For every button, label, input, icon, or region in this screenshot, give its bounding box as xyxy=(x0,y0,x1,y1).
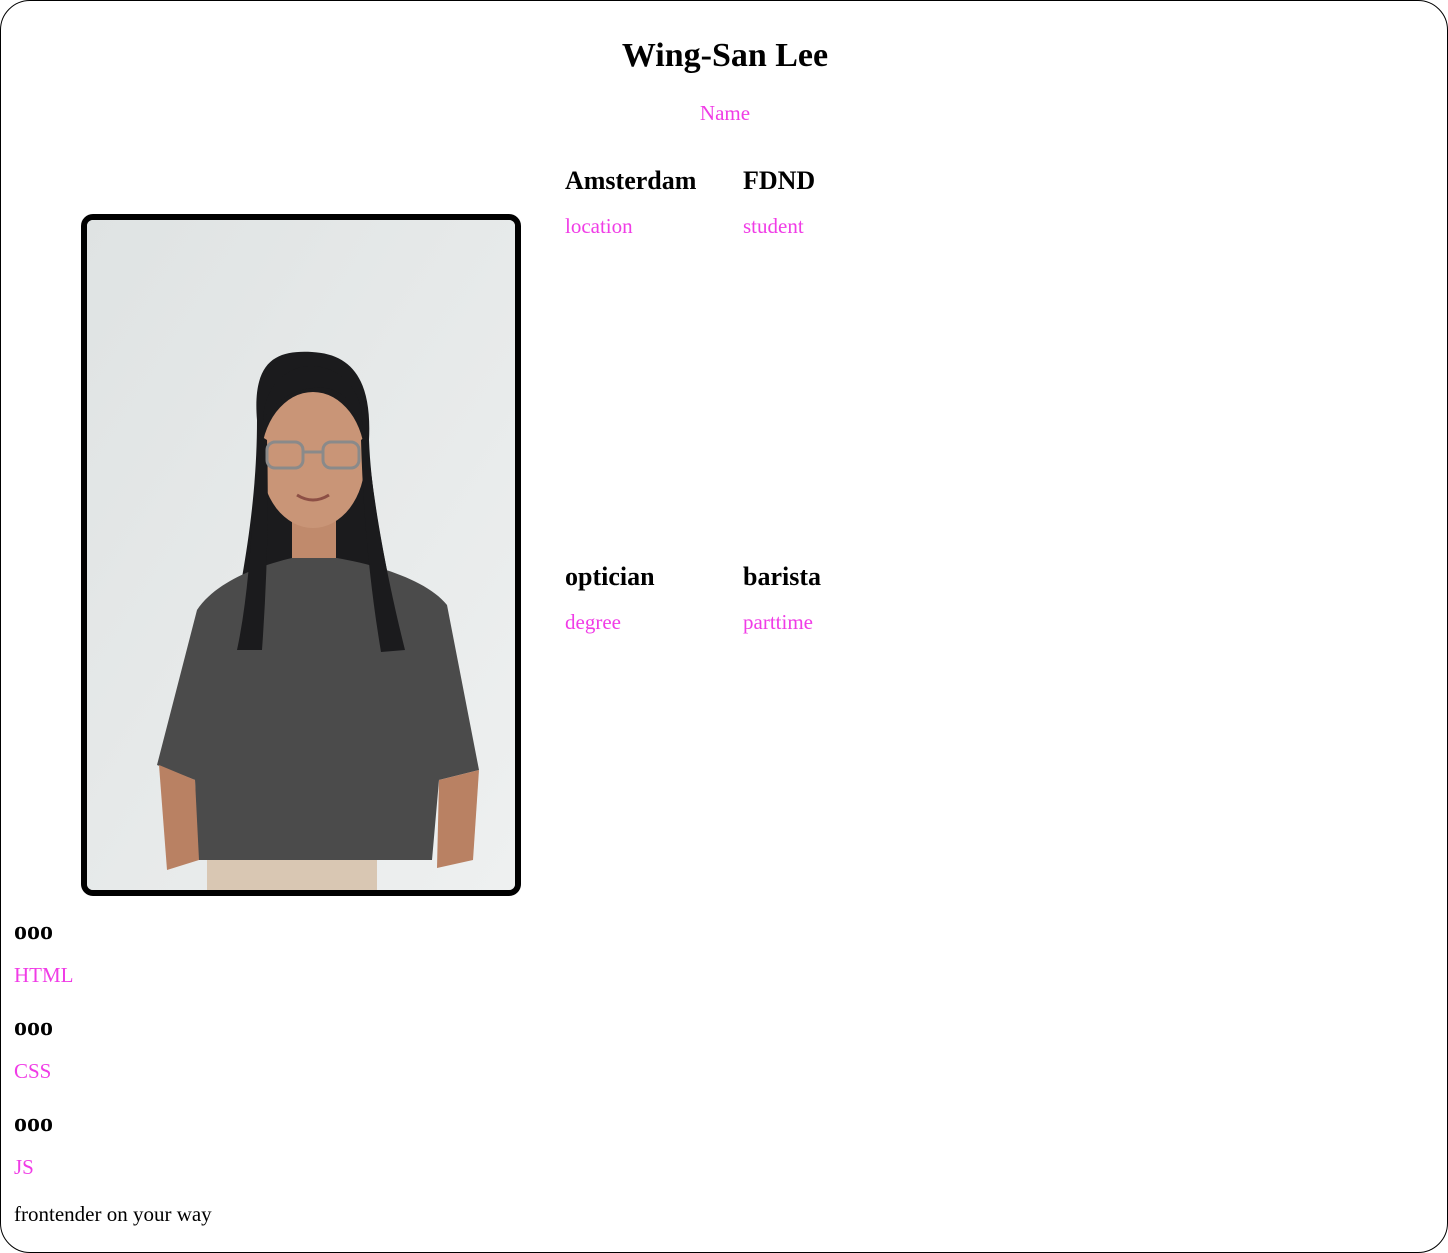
fact-value: optician xyxy=(565,562,655,591)
skill-css: ooo CSS xyxy=(14,1012,53,1084)
fact-caption: student xyxy=(743,214,804,238)
fact-caption: parttime xyxy=(743,610,813,634)
skill-level: ooo xyxy=(14,1108,53,1137)
fact-school: FDND student xyxy=(743,165,815,239)
skill-level: ooo xyxy=(14,1012,53,1041)
skill-html: ooo HTML xyxy=(14,916,74,988)
fact-location: Amsterdam location xyxy=(565,165,696,239)
portrait-photo-icon xyxy=(87,220,515,890)
skill-js: ooo JS xyxy=(14,1108,53,1180)
skill-caption: CSS xyxy=(14,1059,52,1083)
fact-parttime: barista parttime xyxy=(743,561,821,635)
profile-photo xyxy=(81,214,521,896)
fact-value: Amsterdam xyxy=(565,166,697,195)
fact-degree: optician degree xyxy=(565,561,655,635)
name-caption: Name xyxy=(699,101,751,125)
skill-caption: JS xyxy=(14,1155,34,1179)
tagline: frontender on your way xyxy=(14,1202,212,1226)
fact-caption: degree xyxy=(565,610,621,634)
profile-card: Wing-San Lee Name Amsterdam location FDN… xyxy=(0,0,1448,1253)
profile-name: Wing-San Lee xyxy=(621,37,829,74)
skill-caption: HTML xyxy=(14,963,74,987)
fact-value: FDND xyxy=(743,166,816,195)
fact-value: barista xyxy=(743,562,821,591)
fact-caption: location xyxy=(565,214,633,238)
skill-level: ooo xyxy=(14,916,53,945)
